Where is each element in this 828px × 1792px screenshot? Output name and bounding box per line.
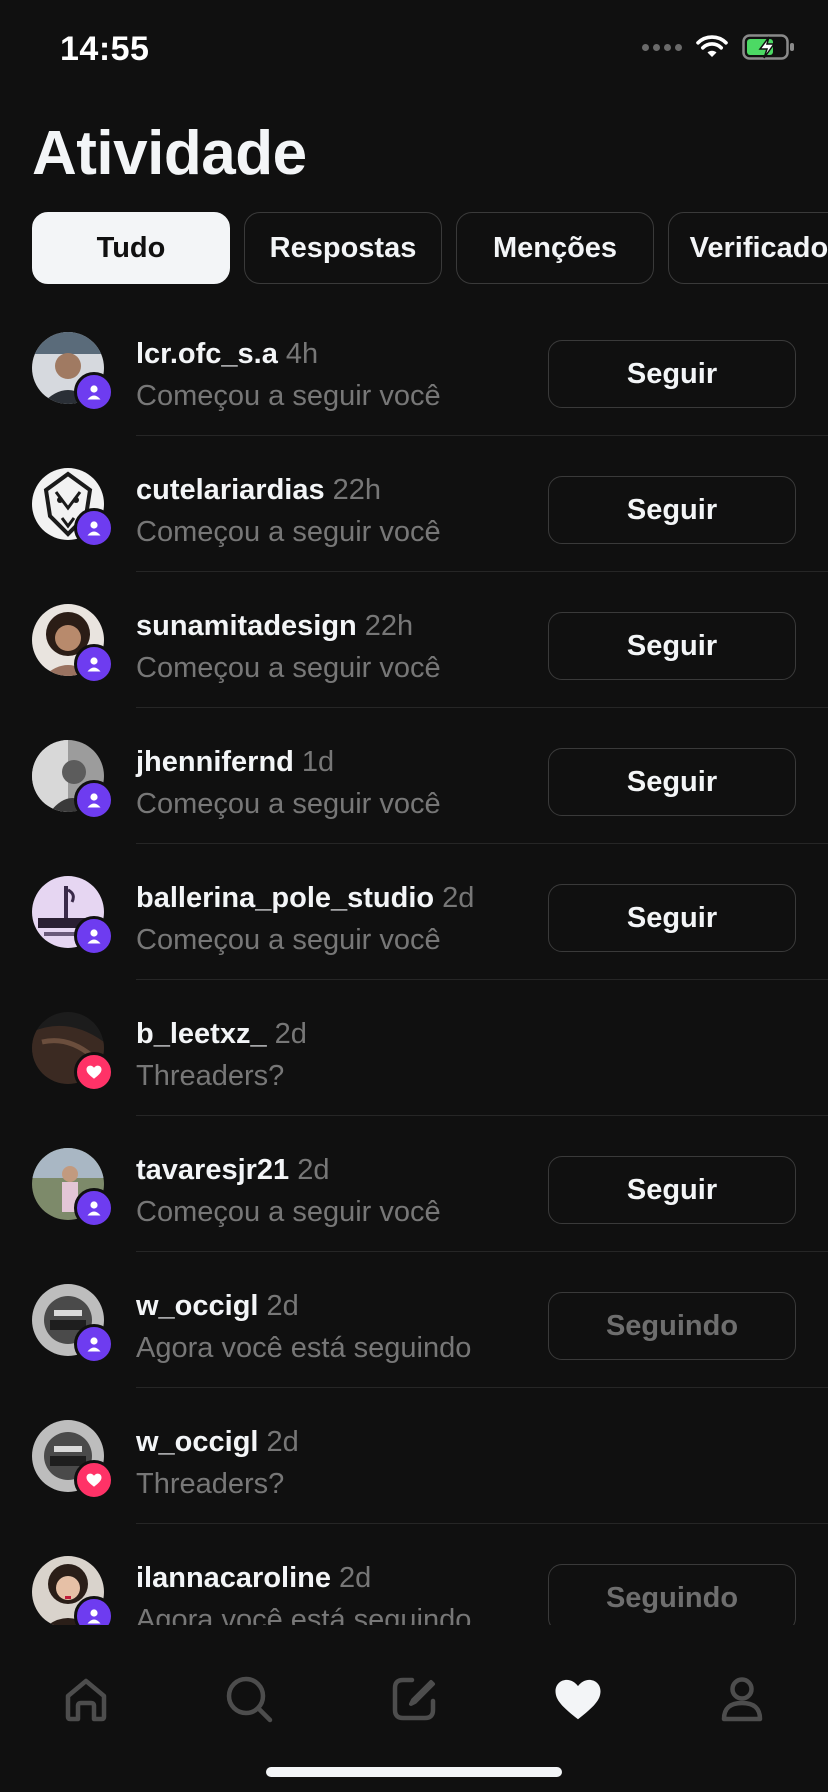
status-time: 14:55 [60,30,150,68]
search-icon [226,1676,273,1723]
follow-badge-icon [74,372,114,412]
username[interactable]: jhennifernd [136,746,294,778]
username[interactable]: ballerina_pole_studio [136,882,434,914]
nav-search[interactable] [199,1649,299,1749]
username[interactable]: tavaresjr21 [136,1154,289,1186]
timestamp: 2d [442,882,475,914]
status-bar: 14:55 [0,0,828,100]
username[interactable]: ilannacaroline [136,1562,331,1594]
timestamp: 2d [274,1018,307,1050]
activity-row[interactable]: ilannacaroline 2d Agora você está seguind… [0,1524,828,1625]
activity-text: Threaders? [136,1060,285,1092]
username[interactable]: sunamitadesign [136,610,357,642]
status-icons [642,34,796,60]
activity-row[interactable]: cutelariardias 22h Começou a seguir você … [0,436,828,572]
activity-text: Começou a seguir você [136,516,441,548]
activity-text: Começou a seguir você [136,924,441,956]
heart-icon [555,1679,601,1720]
tab-mentions[interactable]: Menções [456,212,654,284]
activity-text: Começou a seguir você [136,788,441,820]
follow-badge-icon [74,644,114,684]
avatar[interactable] [32,332,114,412]
activity-text: Começou a seguir você [136,1196,441,1228]
page-title: Atividade [32,119,307,188]
activity-list: lcr.ofc_s.a 4h Começou a seguir você Segu… [0,300,828,1625]
filter-tabs: Tudo Respostas Menções Verificados [32,212,828,284]
like-badge-icon [74,1460,114,1500]
follow-badge-icon [74,780,114,820]
activity-text: Agora você está seguindo [136,1604,472,1625]
compose-icon [392,1677,436,1721]
activity-row[interactable]: jhennifernd 1d Começou a seguir você Segu… [0,708,828,844]
timestamp: 2d [266,1426,299,1458]
follow-button[interactable]: Seguir [548,612,796,680]
activity-text: Começou a seguir você [136,380,441,412]
activity-row[interactable]: ballerina_pole_studio 2d Começou a seguir… [0,844,828,980]
nav-home[interactable] [36,1649,136,1749]
activity-row[interactable]: w_occigl 2d Threaders? [0,1388,828,1524]
follow-button[interactable]: Seguir [548,340,796,408]
avatar[interactable] [32,1284,114,1364]
timestamp: 22h [364,610,414,642]
activity-row[interactable]: b_leetxz_ 2d Threaders? [0,980,828,1116]
avatar[interactable] [32,1012,114,1092]
activity-row[interactable]: tavaresjr21 2d Começou a seguir você Segu… [0,1116,828,1252]
like-badge-icon [74,1052,114,1092]
avatar[interactable] [32,468,114,548]
username[interactable]: w_occigl [136,1426,259,1458]
timestamp: 2d [297,1154,330,1186]
follow-badge-icon [74,508,114,548]
username[interactable]: b_leetxz_ [136,1018,267,1050]
timestamp: 1d [301,746,335,778]
wifi-icon [696,35,728,57]
cellular-signal-icon [642,43,682,51]
activity-row[interactable]: w_occigl 2d Agora você está seguindo Segu… [0,1252,828,1388]
avatar[interactable] [32,1148,114,1228]
activity-text: Começou a seguir você [136,652,441,684]
follow-button[interactable]: Seguir [548,476,796,544]
following-button[interactable]: Seguindo [548,1564,796,1625]
avatar[interactable] [32,604,114,684]
activity-text: Agora você está seguindo [136,1332,472,1364]
follow-button[interactable]: Seguir [548,1156,796,1224]
tab-replies[interactable]: Respostas [244,212,442,284]
following-button[interactable]: Seguindo [548,1292,796,1360]
profile-icon [721,1677,763,1722]
tab-all[interactable]: Tudo [32,212,230,284]
home-icon [65,1678,107,1722]
follow-button[interactable]: Seguir [548,884,796,952]
follow-badge-icon [74,1324,114,1364]
avatar[interactable] [32,1420,114,1500]
timestamp: 2d [266,1290,299,1322]
username[interactable]: lcr.ofc_s.a [136,338,278,370]
battery-charging-icon [742,34,794,60]
follow-badge-icon [74,916,114,956]
avatar[interactable] [32,740,114,820]
activity-row[interactable]: sunamitadesign 22h Começou a seguir você … [0,572,828,708]
avatar[interactable] [32,1556,114,1625]
activity-row[interactable]: lcr.ofc_s.a 4h Começou a seguir você Segu… [0,300,828,436]
tab-verified[interactable]: Verificados [668,212,828,284]
activity-text: Threaders? [136,1468,285,1500]
follow-badge-icon [74,1596,114,1625]
follow-badge-icon [74,1188,114,1228]
timestamp: 2d [339,1562,372,1594]
timestamp: 22h [332,474,381,506]
follow-button[interactable]: Seguir [548,748,796,816]
nav-compose[interactable] [364,1649,464,1749]
nav-activity[interactable] [528,1649,628,1749]
avatar[interactable] [32,876,114,956]
nav-profile[interactable] [692,1649,792,1749]
username[interactable]: cutelariardias [136,474,325,506]
timestamp: 4h [285,338,319,370]
home-indicator[interactable] [266,1767,562,1777]
username[interactable]: w_occigl [136,1290,259,1322]
